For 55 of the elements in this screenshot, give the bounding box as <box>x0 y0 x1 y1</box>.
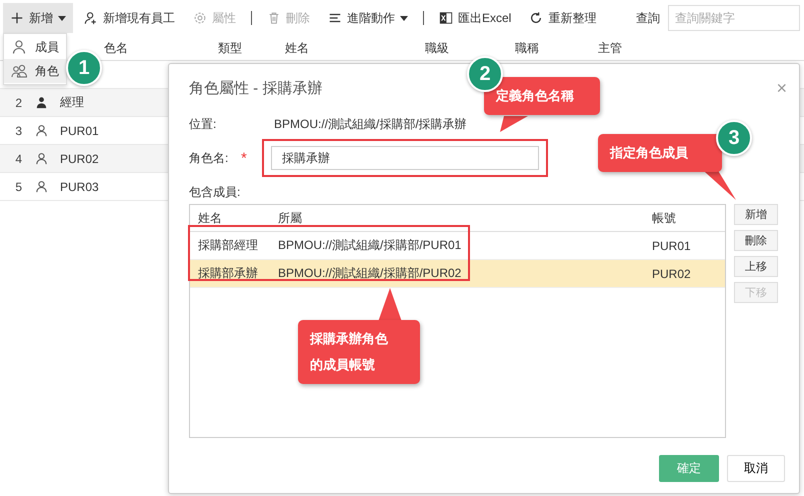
table-cell: PUR02 <box>60 152 99 166</box>
table-cell-text: PUR02 <box>651 266 692 280</box>
toolbar-button[interactable]: 新增現有員工 <box>77 3 182 33</box>
trash-icon <box>267 11 281 25</box>
people-icon <box>11 63 27 79</box>
required-mark: * <box>241 150 248 166</box>
menu-item[interactable]: 角色 <box>4 59 66 83</box>
column-header: 所屬 <box>277 210 303 226</box>
field-label: 角色名: <box>189 150 230 166</box>
table-cell-text: PUR01 <box>651 238 692 252</box>
table-cell: PUR03 <box>60 180 99 194</box>
column-header: 主管 <box>598 40 623 56</box>
table-row[interactable]: 採購部承辦 BPMOU://測試組織/採購部/PUR02 PUR02 <box>190 260 725 288</box>
add-user-icon <box>84 11 98 25</box>
table-cell-text: 採購部經理 <box>197 237 259 254</box>
search-label: 查詢 <box>636 10 660 26</box>
step-badge: 1 <box>66 50 102 86</box>
table-cell: 經理 <box>60 94 84 111</box>
search-field[interactable]: 查詢關鍵字 <box>668 5 800 31</box>
table-cell: PUR01 <box>60 124 99 138</box>
row-number: 3 <box>14 124 22 138</box>
input-field[interactable]: 採購承辦 <box>271 146 539 170</box>
refresh-icon <box>529 11 544 25</box>
dropdown-button[interactable]: 新增 <box>3 3 73 33</box>
callout-text: 採購承辦角色 的成員帳號 <box>298 320 420 384</box>
table-cell-text: 採購部承辦 <box>197 265 259 282</box>
table-cell-text: BPMOU://測試組織/採購部/PUR02 <box>277 265 462 282</box>
spreadsheet-icon <box>439 11 453 25</box>
dropdown-button[interactable]: 進階動作 <box>321 3 415 33</box>
toolbar-button[interactable]: 匯出Excel <box>432 3 518 33</box>
side-button[interactable]: 刪除 <box>734 230 778 251</box>
row-number: 4 <box>14 152 22 166</box>
plus-icon <box>10 11 24 25</box>
location-value: BPMOU://測試組織/採購部/採購承辦 <box>274 116 467 132</box>
column-header: 姓名 <box>197 210 223 226</box>
column-header: 職稱 <box>515 40 540 56</box>
field-label: 包含成員: <box>189 184 242 200</box>
row-number: 2 <box>14 96 22 110</box>
dialog-title: 角色屬性 - 採購承辦 <box>189 78 322 98</box>
side-button[interactable]: 上移 <box>734 256 778 277</box>
menu-item[interactable]: 成員 <box>4 35 66 59</box>
settings-icon <box>193 11 207 25</box>
column-header: 帳號 <box>651 210 677 226</box>
toolbar-button[interactable]: 重新整理 <box>522 3 604 33</box>
cancel-button[interactable]: 取消 <box>727 455 785 482</box>
column-header: 類型 <box>218 40 243 56</box>
side-button[interactable]: 新增 <box>734 204 778 225</box>
field-label: 位置: <box>189 116 218 132</box>
column-header: 職級 <box>425 40 450 56</box>
column-header: 姓名 <box>285 40 310 56</box>
row-number: 5 <box>14 180 22 194</box>
table-cell-text: BPMOU://測試組織/採購部/PUR01 <box>277 237 462 254</box>
list-icon <box>328 11 342 25</box>
person-icon <box>11 39 27 55</box>
column-header: 色名 <box>104 40 129 56</box>
